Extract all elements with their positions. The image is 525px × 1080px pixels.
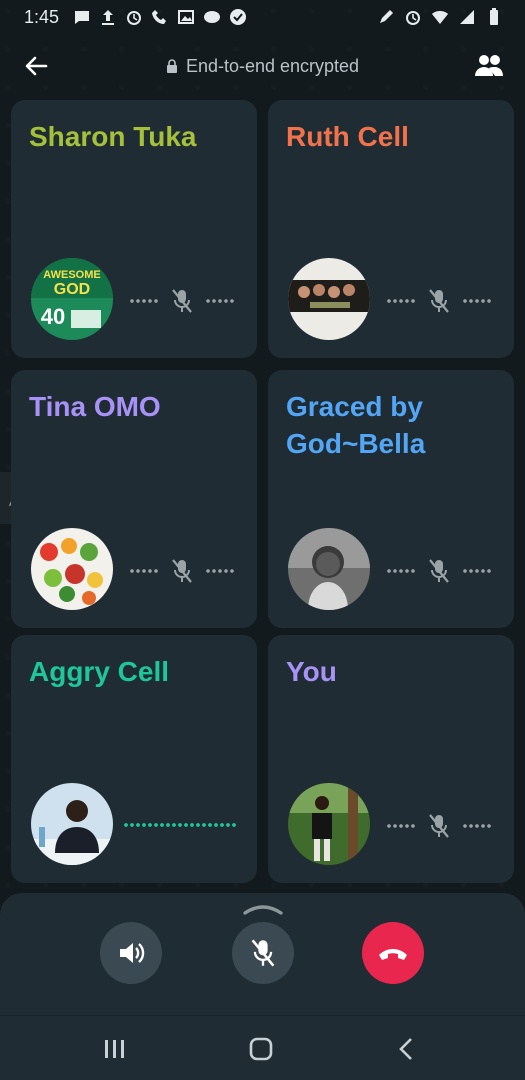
- participant-name: You: [286, 656, 337, 687]
- chat-bubble-icon: [204, 11, 221, 23]
- mic-off-icon: [429, 289, 449, 313]
- image-icon: [178, 10, 195, 24]
- home-icon[interactable]: [246, 1036, 276, 1062]
- status-time: 1:45: [24, 6, 60, 27]
- muted-indicator: [129, 288, 235, 314]
- muted-indicator: [386, 813, 492, 839]
- recents-icon[interactable]: [100, 1036, 130, 1062]
- check-circle-icon: [230, 9, 247, 25]
- alarm-icon: [127, 11, 142, 25]
- chevron-up-icon[interactable]: [242, 903, 284, 915]
- mic-off-icon: [429, 814, 449, 838]
- dots-divider: [386, 299, 416, 303]
- signal-icon: [460, 10, 474, 24]
- avatar: [288, 258, 370, 340]
- status-bar: 1:45: [0, 0, 525, 34]
- back-chevron-icon[interactable]: [392, 1036, 422, 1062]
- message-icon: [75, 11, 90, 24]
- group-icon[interactable]: [473, 52, 505, 80]
- wifi-icon: [432, 11, 448, 24]
- muted-indicator: [386, 288, 492, 314]
- dots-divider: [386, 569, 416, 573]
- participant-tile[interactable]: Aggry Cell: [11, 635, 257, 883]
- speaker-button[interactable]: [100, 922, 162, 984]
- pencil-icon: [380, 10, 393, 23]
- upload-icon: [102, 10, 115, 25]
- mic-off-icon: [172, 289, 192, 313]
- dots-divider: [205, 569, 235, 573]
- phone-icon: [152, 10, 167, 24]
- avatar: [288, 783, 370, 865]
- participant-name: Ruth Cell: [286, 121, 409, 152]
- mic-off-icon: [172, 559, 192, 583]
- mic-off-icon: [429, 559, 449, 583]
- dots-divider: [386, 824, 416, 828]
- avatar: AWESOME GOD 40: [31, 258, 113, 340]
- encryption-notice[interactable]: End-to-end encrypted: [166, 56, 359, 77]
- system-navigation-bar: [0, 1015, 525, 1080]
- avatar: [31, 783, 113, 865]
- end-call-icon: [379, 949, 407, 960]
- speaking-indicator: [123, 823, 237, 827]
- svg-text:40: 40: [41, 304, 65, 329]
- participant-name: Sharon Tuka: [29, 121, 197, 152]
- avatar: [31, 528, 113, 610]
- svg-text:GOD: GOD: [54, 281, 90, 298]
- dots-divider: [205, 299, 235, 303]
- call-controls: [0, 893, 525, 1015]
- alarm-icon: [406, 11, 420, 25]
- muted-indicator: [129, 558, 235, 584]
- mute-button[interactable]: [232, 922, 294, 984]
- participant-tile[interactable]: Ruth Cell: [268, 100, 514, 358]
- dots-divider: [462, 824, 492, 828]
- dots-divider: [462, 299, 492, 303]
- dots-divider: [129, 569, 159, 573]
- avatar: [288, 528, 370, 610]
- participant-name: Graced by God~Bella: [286, 391, 426, 459]
- speaker-icon: [120, 943, 145, 963]
- svg-text:AWESOME: AWESOME: [43, 269, 100, 281]
- call-screen: 1:45 End-to-end encrypted Sharon Tuka AW…: [0, 0, 525, 1080]
- mic-off-icon: [251, 939, 275, 967]
- participant-tile[interactable]: Graced by God~Bella: [268, 370, 514, 628]
- muted-indicator: [386, 558, 492, 584]
- lock-icon: [166, 59, 177, 73]
- end-call-button[interactable]: [362, 922, 424, 984]
- battery-icon: [490, 8, 498, 25]
- dots-divider: [129, 299, 159, 303]
- participant-name: Tina OMO: [29, 391, 161, 422]
- arrow-left-icon[interactable]: [22, 52, 50, 80]
- call-header: End-to-end encrypted: [0, 44, 525, 88]
- participant-tile[interactable]: You: [268, 635, 514, 883]
- dots-divider: [462, 569, 492, 573]
- participant-tile[interactable]: Sharon Tuka AWESOME GOD 40: [11, 100, 257, 358]
- participant-name: Aggry Cell: [29, 656, 170, 687]
- participant-tile[interactable]: Tina OMO: [11, 370, 257, 628]
- encryption-text: End-to-end encrypted: [185, 55, 360, 76]
